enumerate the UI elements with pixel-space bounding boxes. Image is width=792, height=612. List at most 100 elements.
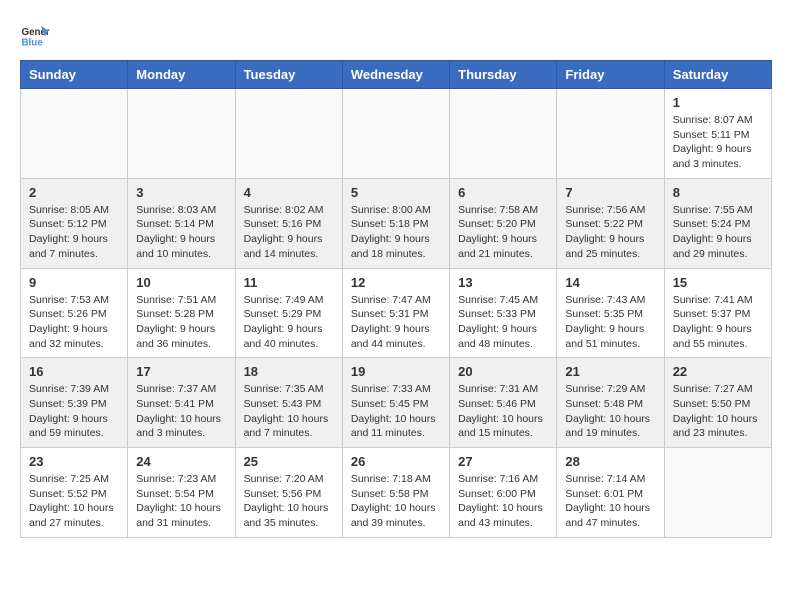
calendar-day-cell [342, 89, 449, 179]
day-number: 6 [458, 185, 548, 200]
calendar-day-cell: 10 Sunrise: 7:51 AM Sunset: 5:28 PM Dayli… [128, 268, 235, 358]
day-number: 20 [458, 364, 548, 379]
calendar-day-cell: 7 Sunrise: 7:56 AM Sunset: 5:22 PM Daylig… [557, 178, 664, 268]
weekday-header-wednesday: Wednesday [342, 61, 449, 89]
weekday-header-friday: Friday [557, 61, 664, 89]
calendar-day-cell: 16 Sunrise: 7:39 AM Sunset: 5:39 PM Dayli… [21, 358, 128, 448]
day-number: 3 [136, 185, 226, 200]
day-info: Sunrise: 7:23 AM Sunset: 5:54 PM Dayligh… [136, 472, 226, 531]
day-info: Sunrise: 7:16 AM Sunset: 6:00 PM Dayligh… [458, 472, 548, 531]
calendar-day-cell: 12 Sunrise: 7:47 AM Sunset: 5:31 PM Dayli… [342, 268, 449, 358]
calendar-day-cell: 14 Sunrise: 7:43 AM Sunset: 5:35 PM Dayli… [557, 268, 664, 358]
day-info: Sunrise: 7:58 AM Sunset: 5:20 PM Dayligh… [458, 203, 548, 262]
day-info: Sunrise: 7:27 AM Sunset: 5:50 PM Dayligh… [673, 382, 763, 441]
day-number: 16 [29, 364, 119, 379]
day-number: 17 [136, 364, 226, 379]
day-number: 27 [458, 454, 548, 469]
calendar-day-cell [664, 448, 771, 538]
day-number: 26 [351, 454, 441, 469]
calendar-week-row: 9Sunrise: 7:53 AM Sunset: 5:26 PM Daylig… [21, 268, 772, 358]
day-info: Sunrise: 8:03 AM Sunset: 5:14 PM Dayligh… [136, 203, 226, 262]
logo-icon: General Blue [20, 20, 50, 50]
day-info: Sunrise: 7:53 AM Sunset: 5:26 PM Dayligh… [29, 293, 119, 352]
calendar-day-cell: 25 Sunrise: 7:20 AM Sunset: 5:56 PM Dayli… [235, 448, 342, 538]
day-info: Sunrise: 7:33 AM Sunset: 5:45 PM Dayligh… [351, 382, 441, 441]
day-info: Sunrise: 7:51 AM Sunset: 5:28 PM Dayligh… [136, 293, 226, 352]
weekday-header-monday: Monday [128, 61, 235, 89]
day-info: Sunrise: 8:07 AM Sunset: 5:11 PM Dayligh… [673, 113, 763, 172]
day-number: 14 [565, 275, 655, 290]
calendar-week-row: 23 Sunrise: 7:25 AM Sunset: 5:52 PM Dayli… [21, 448, 772, 538]
calendar-day-cell: 8Sunrise: 7:55 AM Sunset: 5:24 PM Daylig… [664, 178, 771, 268]
day-info: Sunrise: 7:56 AM Sunset: 5:22 PM Dayligh… [565, 203, 655, 262]
day-info: Sunrise: 7:35 AM Sunset: 5:43 PM Dayligh… [244, 382, 334, 441]
calendar-day-cell: 24 Sunrise: 7:23 AM Sunset: 5:54 PM Dayli… [128, 448, 235, 538]
day-info: Sunrise: 7:43 AM Sunset: 5:35 PM Dayligh… [565, 293, 655, 352]
day-info: Sunrise: 8:02 AM Sunset: 5:16 PM Dayligh… [244, 203, 334, 262]
calendar-table: SundayMondayTuesdayWednesdayThursdayFrid… [20, 60, 772, 538]
calendar-day-cell: 19 Sunrise: 7:33 AM Sunset: 5:45 PM Dayli… [342, 358, 449, 448]
day-info: Sunrise: 7:31 AM Sunset: 5:46 PM Dayligh… [458, 382, 548, 441]
day-info: Sunrise: 7:29 AM Sunset: 5:48 PM Dayligh… [565, 382, 655, 441]
calendar-day-cell: 3 Sunrise: 8:03 AM Sunset: 5:14 PM Daylig… [128, 178, 235, 268]
calendar-day-cell: 15 Sunrise: 7:41 AM Sunset: 5:37 PM Dayli… [664, 268, 771, 358]
calendar-day-cell [21, 89, 128, 179]
calendar-day-cell: 6 Sunrise: 7:58 AM Sunset: 5:20 PM Daylig… [450, 178, 557, 268]
calendar-header-row: SundayMondayTuesdayWednesdayThursdayFrid… [21, 61, 772, 89]
day-info: Sunrise: 7:18 AM Sunset: 5:58 PM Dayligh… [351, 472, 441, 531]
day-info: Sunrise: 8:05 AM Sunset: 5:12 PM Dayligh… [29, 203, 119, 262]
calendar-week-row: 2 Sunrise: 8:05 AM Sunset: 5:12 PM Daylig… [21, 178, 772, 268]
day-info: Sunrise: 7:37 AM Sunset: 5:41 PM Dayligh… [136, 382, 226, 441]
calendar-day-cell [557, 89, 664, 179]
calendar-day-cell: 1 Sunrise: 8:07 AM Sunset: 5:11 PM Daylig… [664, 89, 771, 179]
day-number: 5 [351, 185, 441, 200]
calendar-day-cell: 23 Sunrise: 7:25 AM Sunset: 5:52 PM Dayli… [21, 448, 128, 538]
day-info: Sunrise: 7:39 AM Sunset: 5:39 PM Dayligh… [29, 382, 119, 441]
day-number: 1 [673, 95, 763, 110]
day-number: 7 [565, 185, 655, 200]
day-number: 19 [351, 364, 441, 379]
day-number: 15 [673, 275, 763, 290]
logo: General Blue [20, 20, 50, 50]
day-number: 21 [565, 364, 655, 379]
day-number: 23 [29, 454, 119, 469]
day-number: 18 [244, 364, 334, 379]
day-info: Sunrise: 7:49 AM Sunset: 5:29 PM Dayligh… [244, 293, 334, 352]
calendar-day-cell: 22 Sunrise: 7:27 AM Sunset: 5:50 PM Dayli… [664, 358, 771, 448]
calendar-day-cell: 11 Sunrise: 7:49 AM Sunset: 5:29 PM Dayli… [235, 268, 342, 358]
day-info: Sunrise: 7:14 AM Sunset: 6:01 PM Dayligh… [565, 472, 655, 531]
day-info: Sunrise: 7:45 AM Sunset: 5:33 PM Dayligh… [458, 293, 548, 352]
day-info: Sunrise: 7:25 AM Sunset: 5:52 PM Dayligh… [29, 472, 119, 531]
calendar-day-cell: 27 Sunrise: 7:16 AM Sunset: 6:00 PM Dayli… [450, 448, 557, 538]
day-number: 8 [673, 185, 763, 200]
day-number: 4 [244, 185, 334, 200]
day-number: 10 [136, 275, 226, 290]
calendar-day-cell: 18 Sunrise: 7:35 AM Sunset: 5:43 PM Dayli… [235, 358, 342, 448]
day-number: 2 [29, 185, 119, 200]
day-number: 22 [673, 364, 763, 379]
day-info: Sunrise: 7:47 AM Sunset: 5:31 PM Dayligh… [351, 293, 441, 352]
calendar-day-cell: 5 Sunrise: 8:00 AM Sunset: 5:18 PM Daylig… [342, 178, 449, 268]
calendar-day-cell [235, 89, 342, 179]
weekday-header-thursday: Thursday [450, 61, 557, 89]
calendar-day-cell: 4 Sunrise: 8:02 AM Sunset: 5:16 PM Daylig… [235, 178, 342, 268]
header: General Blue [20, 20, 772, 50]
day-number: 12 [351, 275, 441, 290]
day-info: Sunrise: 8:00 AM Sunset: 5:18 PM Dayligh… [351, 203, 441, 262]
day-info: Sunrise: 7:20 AM Sunset: 5:56 PM Dayligh… [244, 472, 334, 531]
calendar-day-cell [128, 89, 235, 179]
calendar-day-cell [450, 89, 557, 179]
day-number: 11 [244, 275, 334, 290]
calendar-day-cell: 17 Sunrise: 7:37 AM Sunset: 5:41 PM Dayli… [128, 358, 235, 448]
calendar-day-cell: 2 Sunrise: 8:05 AM Sunset: 5:12 PM Daylig… [21, 178, 128, 268]
calendar-day-cell: 21 Sunrise: 7:29 AM Sunset: 5:48 PM Dayli… [557, 358, 664, 448]
day-info: Sunrise: 7:41 AM Sunset: 5:37 PM Dayligh… [673, 293, 763, 352]
day-number: 13 [458, 275, 548, 290]
weekday-header-sunday: Sunday [21, 61, 128, 89]
day-number: 25 [244, 454, 334, 469]
weekday-header-tuesday: Tuesday [235, 61, 342, 89]
calendar-day-cell: 20 Sunrise: 7:31 AM Sunset: 5:46 PM Dayli… [450, 358, 557, 448]
weekday-header-saturday: Saturday [664, 61, 771, 89]
calendar-day-cell: 13 Sunrise: 7:45 AM Sunset: 5:33 PM Dayli… [450, 268, 557, 358]
day-number: 24 [136, 454, 226, 469]
